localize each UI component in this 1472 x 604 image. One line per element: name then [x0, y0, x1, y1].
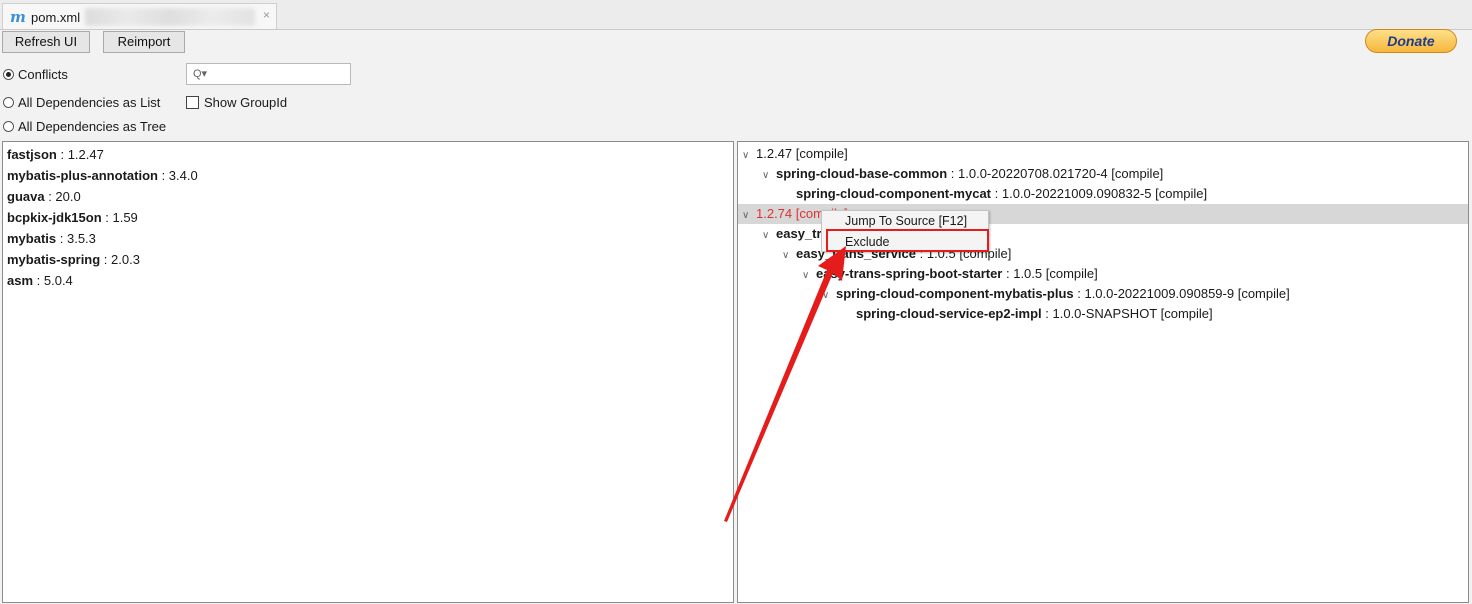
red-arrow-icon	[724, 246, 846, 522]
